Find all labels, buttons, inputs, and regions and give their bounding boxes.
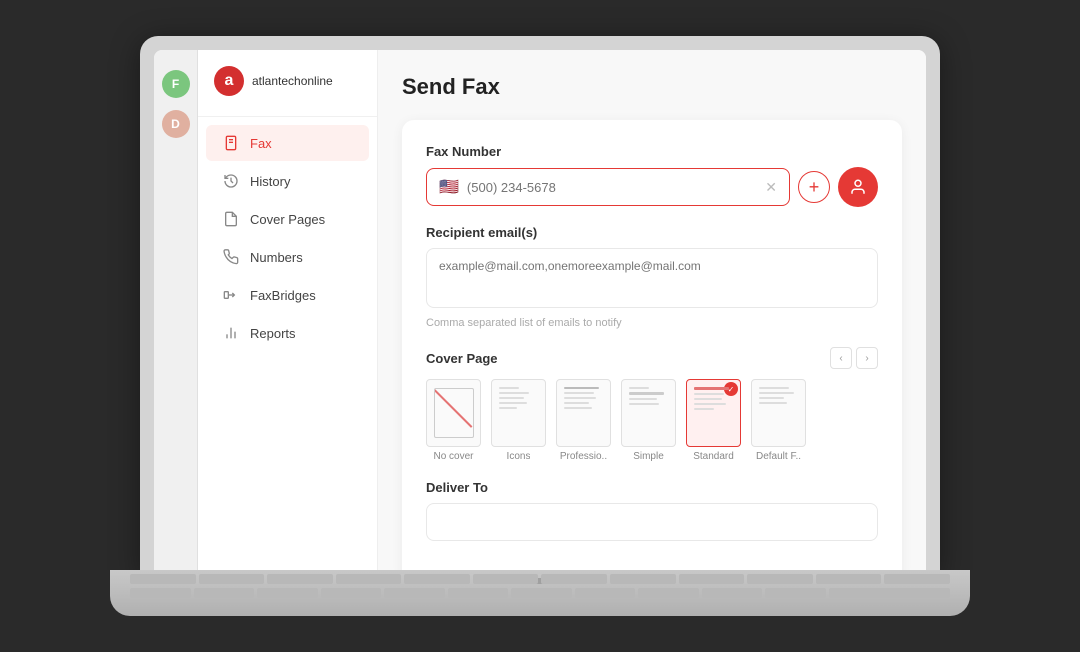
cover-page-group: Cover Page ‹ ›: [426, 347, 878, 462]
fax-number-group: Fax Number 🇺🇸 ✕ +: [426, 144, 878, 207]
cover-thumb-professional: [556, 379, 611, 447]
faxbridges-icon: [222, 286, 240, 304]
recipient-email-group: Recipient email(s) Comma separated list …: [426, 225, 878, 329]
avatar-panel: F D: [154, 50, 198, 576]
brand-name: atlantechonline: [252, 74, 333, 88]
cover-thumb-standard: ✓: [686, 379, 741, 447]
sidebar-item-faxbridges[interactable]: FaxBridges: [206, 277, 369, 313]
cover-page-icons[interactable]: Icons: [491, 379, 546, 462]
page-title: Send Fax: [402, 74, 902, 100]
recipient-email-label: Recipient email(s): [426, 225, 878, 240]
cover-prev-button[interactable]: ‹: [830, 347, 852, 369]
reports-icon: [222, 324, 240, 342]
add-fax-button[interactable]: +: [798, 171, 830, 203]
cover-page-label: Cover Page: [426, 351, 498, 366]
doc-lines-default-f: [759, 387, 799, 439]
sidebar-fax-label: Fax: [250, 136, 272, 151]
sidebar-item-history[interactable]: History: [206, 163, 369, 199]
laptop-base: [110, 570, 970, 616]
sidebar-numbers-label: Numbers: [250, 250, 303, 265]
cover-thumb-icons: [491, 379, 546, 447]
cover-thumb-simple: [621, 379, 676, 447]
sidebar-cover-pages-label: Cover Pages: [250, 212, 325, 227]
doc-lines-simple: [629, 387, 669, 439]
cover-page-standard[interactable]: ✓ Standard: [686, 379, 741, 462]
cover-page-professional[interactable]: Professio..: [556, 379, 611, 462]
deliver-to-label: Deliver To: [426, 480, 878, 495]
keyboard: [130, 574, 950, 604]
doc-lines-professional: [564, 387, 604, 439]
cover-label-simple: Simple: [633, 451, 664, 462]
sidebar-item-numbers[interactable]: Numbers: [206, 239, 369, 275]
numbers-icon: [222, 248, 240, 266]
cover-label-no-cover: No cover: [433, 451, 473, 462]
doc-lines-standard: [694, 387, 734, 439]
fax-number-input[interactable]: [467, 180, 757, 195]
cover-next-button[interactable]: ›: [856, 347, 878, 369]
clear-fax-button[interactable]: ✕: [765, 179, 777, 196]
recipient-email-input[interactable]: [426, 248, 878, 308]
cover-page-nav: ‹ ›: [830, 347, 878, 369]
main-content: Send Fax Fax Number 🇺🇸 ✕ +: [378, 50, 926, 576]
sidebar-item-fax[interactable]: Fax: [206, 125, 369, 161]
cover-thumb-no-cover: [426, 379, 481, 447]
avatar-f[interactable]: F: [162, 70, 190, 98]
brand-logo-area: a atlantechonline: [198, 66, 377, 117]
doc-lines-icons: [499, 387, 539, 439]
send-fax-form: Fax Number 🇺🇸 ✕ +: [402, 120, 902, 576]
email-helper-text: Comma separated list of emails to notify: [426, 317, 878, 329]
history-icon: [222, 172, 240, 190]
us-flag-icon: 🇺🇸: [439, 177, 459, 197]
fax-number-label: Fax Number: [426, 144, 878, 159]
cover-pages-icon: [222, 210, 240, 228]
cover-page-simple[interactable]: Simple: [621, 379, 676, 462]
cover-page-default-f[interactable]: Default F..: [751, 379, 806, 462]
cover-page-header: Cover Page ‹ ›: [426, 347, 878, 369]
cover-label-professional: Professio..: [560, 451, 607, 462]
no-cover-icon: [434, 388, 474, 438]
sidebar-item-cover-pages[interactable]: Cover Pages: [206, 201, 369, 237]
sidebar: a atlantechonline Fax: [198, 50, 378, 576]
sidebar-item-reports[interactable]: Reports: [206, 315, 369, 351]
cover-label-standard: Standard: [693, 451, 734, 462]
cover-thumb-default-f: [751, 379, 806, 447]
avatar-d[interactable]: D: [162, 110, 190, 138]
fax-input-wrapper: 🇺🇸 ✕: [426, 168, 790, 206]
contact-book-button[interactable]: [838, 167, 878, 207]
fax-icon: [222, 134, 240, 152]
cover-label-icons: Icons: [507, 451, 531, 462]
deliver-to-group: Deliver To: [426, 480, 878, 541]
fax-number-row: 🇺🇸 ✕ +: [426, 167, 878, 207]
cover-page-no-cover[interactable]: No cover: [426, 379, 481, 462]
deliver-to-input[interactable]: [426, 503, 878, 541]
sidebar-faxbridges-label: FaxBridges: [250, 288, 316, 303]
cover-label-default-f: Default F..: [756, 451, 801, 462]
cover-pages-row: No cover: [426, 379, 878, 462]
sidebar-reports-label: Reports: [250, 326, 296, 341]
brand-logo-icon: a: [214, 66, 244, 96]
sidebar-history-label: History: [250, 174, 290, 189]
